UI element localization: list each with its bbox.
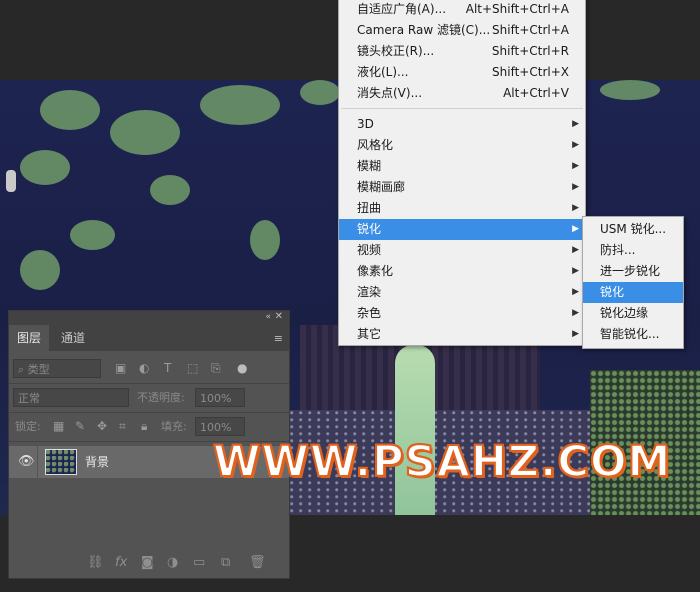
submenu-arrow-icon: ▶: [572, 329, 579, 339]
submenu-arrow-icon: ▶: [572, 245, 579, 255]
new-adjustment-icon[interactable]: ◑: [167, 555, 178, 570]
new-layer-icon[interactable]: ⧉: [221, 555, 230, 570]
canvas-foliage: [250, 220, 280, 260]
panel-title-bar[interactable]: « ✕: [9, 311, 289, 325]
menu-item-render[interactable]: 渲染 ▶: [339, 282, 585, 303]
filter-row: ⌕ 类型 ▣ ◐ T ⬚ ⎘ ●: [9, 355, 289, 384]
lock-artboard-icon[interactable]: ⌗: [119, 417, 126, 436]
watermark-text: WWW.PSAHZ.COM: [212, 436, 672, 488]
submenu-arrow-icon: ▶: [572, 140, 579, 150]
menu-item-adaptive-wide-angle[interactable]: 自适应广角(A)... Alt+Shift+Ctrl+A: [339, 0, 585, 20]
canvas-foliage: [40, 90, 100, 130]
lock-transparent-icon[interactable]: ▦: [53, 417, 64, 436]
new-group-folder-icon[interactable]: ▭: [193, 555, 205, 570]
menu-item-camera-raw[interactable]: Camera Raw 滤镜(C)... Shift+Ctrl+A: [339, 20, 585, 41]
submenu-item-sharpen-more[interactable]: 进一步锐化: [583, 261, 683, 282]
filter-smart-object-icon[interactable]: ⎘: [211, 359, 221, 378]
tab-channels[interactable]: 通道: [53, 325, 93, 351]
lock-all-icon[interactable]: 🔒︎: [141, 417, 147, 436]
layer-filter-dropdown[interactable]: ⌕ 类型: [13, 359, 101, 378]
close-icon[interactable]: ✕: [275, 311, 283, 322]
visibility-eye-icon[interactable]: 👁︎: [18, 454, 35, 469]
submenu-item-sharpen-edges[interactable]: 锐化边缘: [583, 303, 683, 324]
submenu-item-smart-sharpen[interactable]: 智能锐化...: [583, 324, 683, 345]
menu-item-vanishing-point[interactable]: 消失点(V)... Alt+Ctrl+V: [339, 83, 585, 104]
menu-item-other[interactable]: 其它 ▶: [339, 324, 585, 345]
canvas-foliage: [20, 150, 70, 185]
submenu-arrow-icon: ▶: [572, 203, 579, 213]
canvas-foliage: [600, 80, 660, 100]
canvas-lamp-detail: [6, 170, 16, 192]
filter-shape-icon[interactable]: ⬚: [187, 359, 198, 378]
lock-position-icon[interactable]: ✥: [97, 417, 107, 436]
submenu-arrow-icon: ▶: [572, 224, 579, 234]
filter-menu: 自适应广角(A)... Alt+Shift+Ctrl+A Camera Raw 滤…: [338, 0, 586, 346]
canvas-foliage: [70, 220, 115, 250]
opacity-label: 不透明度:: [137, 391, 185, 404]
submenu-arrow-icon: ▶: [572, 287, 579, 297]
menu-item-sharpen[interactable]: 锐化 ▶: [339, 219, 585, 240]
canvas-foliage: [300, 80, 340, 105]
menu-item-pixelate[interactable]: 像素化 ▶: [339, 261, 585, 282]
search-icon: ⌕: [18, 363, 28, 376]
submenu-arrow-icon: ▶: [572, 119, 579, 129]
filter-pixel-icon[interactable]: ▣: [115, 359, 126, 378]
sharpen-submenu: USM 锐化... 防抖... 进一步锐化 锐化 锐化边缘 智能锐化...: [582, 216, 684, 349]
filter-type-icon[interactable]: T: [164, 359, 171, 378]
submenu-arrow-icon: ▶: [572, 161, 579, 171]
panel-menu-icon[interactable]: ≡: [274, 332, 283, 345]
menu-item-3d[interactable]: 3D ▶: [339, 114, 585, 135]
add-mask-icon[interactable]: ◙: [141, 555, 154, 570]
trash-icon[interactable]: 🗑︎: [249, 555, 266, 570]
canvas-foliage: [200, 85, 280, 125]
lock-image-icon[interactable]: ✎: [75, 417, 85, 436]
menu-item-liquify[interactable]: 液化(L)... Shift+Ctrl+X: [339, 62, 585, 83]
canvas-foliage: [20, 250, 60, 290]
blend-mode-dropdown[interactable]: 正常: [13, 388, 129, 407]
link-layers-icon[interactable]: ⛓︎: [87, 555, 104, 570]
filter-toggle-icon[interactable]: ●: [237, 359, 247, 378]
panel-tabs: 图层 通道 ≡: [9, 325, 289, 351]
fx-icon[interactable]: fx: [115, 555, 127, 570]
canvas-figure-detail: [395, 345, 435, 515]
blend-row: 正常 不透明度: 100%: [9, 384, 289, 413]
submenu-item-unsharp-mask[interactable]: USM 锐化...: [583, 219, 683, 240]
fill-label: 填充:: [161, 420, 187, 433]
lock-label: 锁定:: [15, 420, 41, 433]
canvas-foliage: [110, 110, 180, 155]
layer-thumbnail[interactable]: [45, 449, 77, 475]
submenu-arrow-icon: ▶: [572, 266, 579, 276]
submenu-arrow-icon: ▶: [572, 182, 579, 192]
submenu-arrow-icon: ▶: [572, 308, 579, 318]
filter-adjustment-icon[interactable]: ◐: [139, 359, 149, 378]
collapse-icon[interactable]: «: [265, 312, 271, 322]
menu-separator: [341, 108, 583, 109]
layer-divider: [37, 446, 38, 478]
canvas-foliage: [150, 175, 190, 205]
menu-item-blur-gallery[interactable]: 模糊画廊 ▶: [339, 177, 585, 198]
menu-item-video[interactable]: 视频 ▶: [339, 240, 585, 261]
layer-name[interactable]: 背景: [85, 446, 109, 478]
menu-item-stylize[interactable]: 风格化 ▶: [339, 135, 585, 156]
submenu-item-shake-reduction[interactable]: 防抖...: [583, 240, 683, 261]
menu-item-lens-correction[interactable]: 镜头校正(R)... Shift+Ctrl+R: [339, 41, 585, 62]
panel-bottom-bar: ⛓︎ fx ◙ ◑ ▭ ⧉ 🗑︎: [9, 548, 289, 578]
menu-item-distort[interactable]: 扭曲 ▶: [339, 198, 585, 219]
fill-input[interactable]: 100%: [195, 417, 245, 436]
opacity-input[interactable]: 100%: [195, 388, 245, 407]
submenu-item-sharpen[interactable]: 锐化: [583, 282, 683, 303]
menu-item-noise[interactable]: 杂色 ▶: [339, 303, 585, 324]
menu-item-blur[interactable]: 模糊 ▶: [339, 156, 585, 177]
tab-layers[interactable]: 图层: [9, 325, 50, 351]
